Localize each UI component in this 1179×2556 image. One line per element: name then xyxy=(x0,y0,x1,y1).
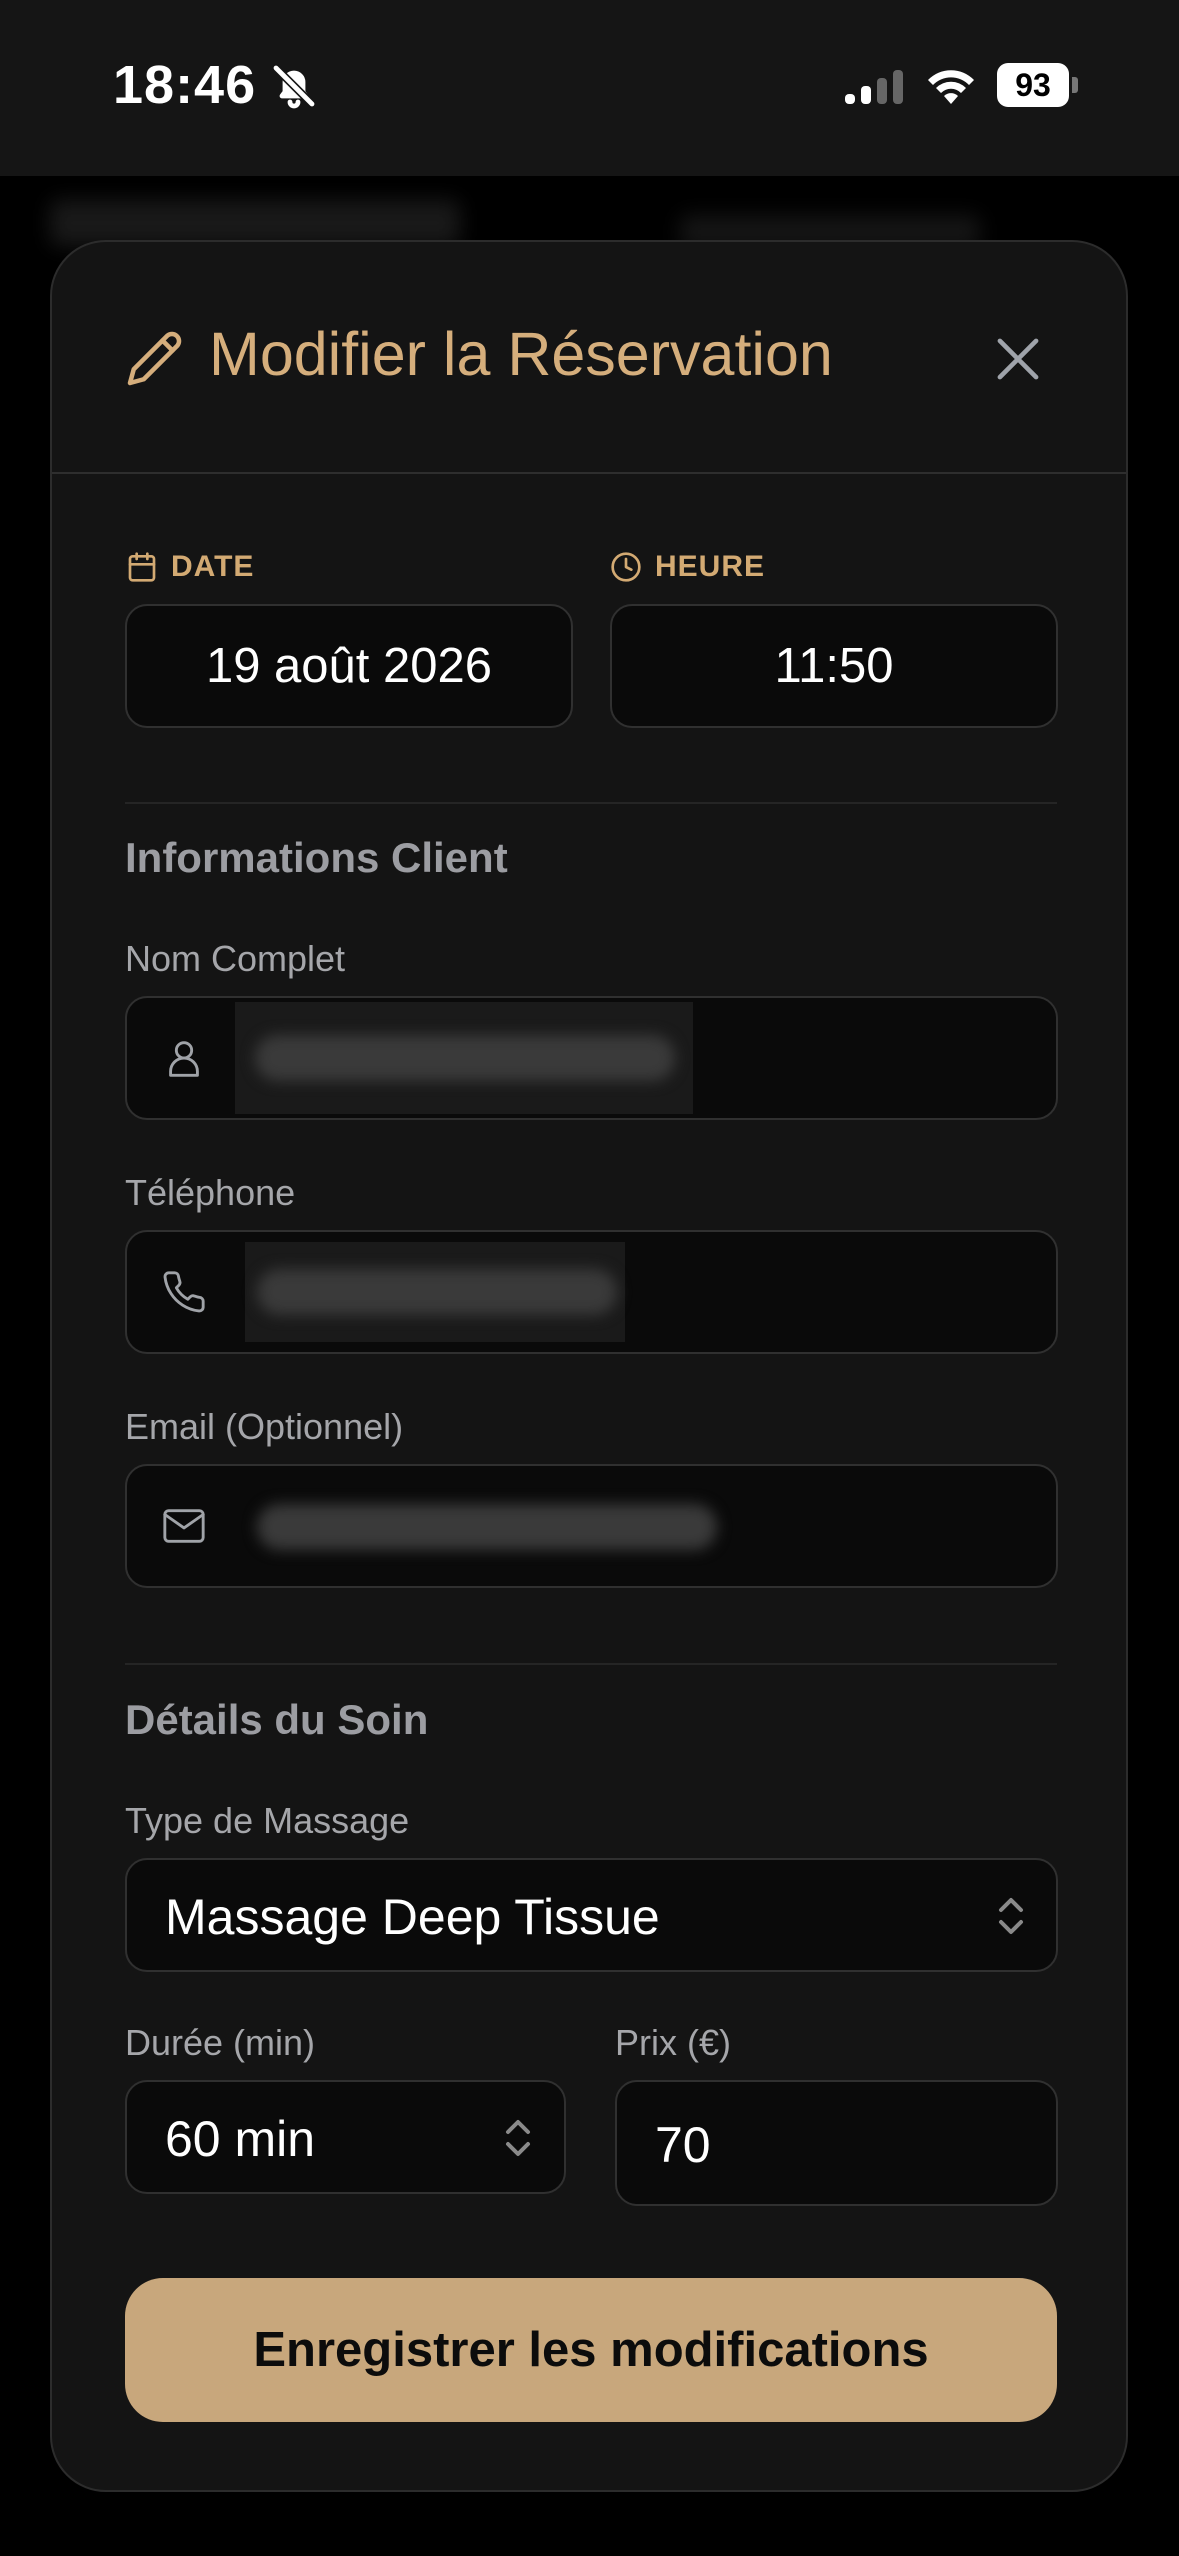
duration-select[interactable]: 60 min xyxy=(125,2080,566,2194)
pencil-icon xyxy=(127,331,182,386)
client-section-title: Informations Client xyxy=(125,834,508,881)
date-label: DATE xyxy=(171,550,255,583)
time-input[interactable]: 11:50 xyxy=(610,604,1058,728)
phone-icon xyxy=(163,1271,205,1313)
time-label: HEURE xyxy=(655,550,766,583)
bell-slash-icon xyxy=(272,64,316,109)
modal-header: Modifier la Réservation xyxy=(52,242,1126,474)
price-input[interactable]: 70 xyxy=(615,2080,1058,2206)
phone-field[interactable] xyxy=(125,1230,1058,1354)
date-input[interactable]: 19 août 2026 xyxy=(125,604,573,728)
price-label: Prix (€) xyxy=(615,2022,731,2063)
massage-type-select[interactable]: Massage Deep Tissue xyxy=(125,1858,1058,1972)
status-time: 18:46 xyxy=(113,55,257,115)
divider xyxy=(125,1663,1057,1665)
massage-type-label: Type de Massage xyxy=(125,1800,410,1841)
phone-label: Téléphone xyxy=(125,1172,296,1213)
name-field[interactable] xyxy=(125,996,1058,1120)
save-button[interactable]: Enregistrer les modifications xyxy=(125,2278,1057,2422)
close-icon[interactable] xyxy=(987,328,1049,390)
price-value: 70 xyxy=(655,2117,711,2173)
status-bar: 18:46 93 xyxy=(0,0,1179,176)
modal-title: Modifier la Réservation xyxy=(209,320,833,388)
chevron-updown-icon xyxy=(999,1898,1023,1934)
clock-icon xyxy=(611,552,641,582)
edit-reservation-modal: Modifier la Réservation DATE HEURE 19 ao… xyxy=(50,240,1128,2492)
mail-icon xyxy=(163,1509,205,1543)
redacted-name xyxy=(255,1035,675,1081)
care-section-title: Détails du Soin xyxy=(125,1696,429,1743)
name-label: Nom Complet xyxy=(125,938,346,979)
email-label: Email (Optionnel) xyxy=(125,1406,404,1447)
wifi-icon xyxy=(928,70,974,104)
massage-type-value: Massage Deep Tissue xyxy=(165,1889,660,1945)
battery-icon: 93 xyxy=(997,63,1078,109)
redacted-email xyxy=(257,1504,717,1550)
cellular-signal-icon xyxy=(845,70,903,104)
calendar-icon xyxy=(128,552,156,582)
duration-value: 60 min xyxy=(165,2111,316,2167)
email-field[interactable] xyxy=(125,1464,1058,1588)
redacted-phone xyxy=(257,1269,617,1315)
battery-level: 93 xyxy=(997,63,1069,107)
duration-label: Durée (min) xyxy=(125,2022,316,2063)
divider xyxy=(125,802,1057,804)
chevron-updown-icon xyxy=(506,2120,530,2156)
user-icon xyxy=(169,1041,199,1077)
